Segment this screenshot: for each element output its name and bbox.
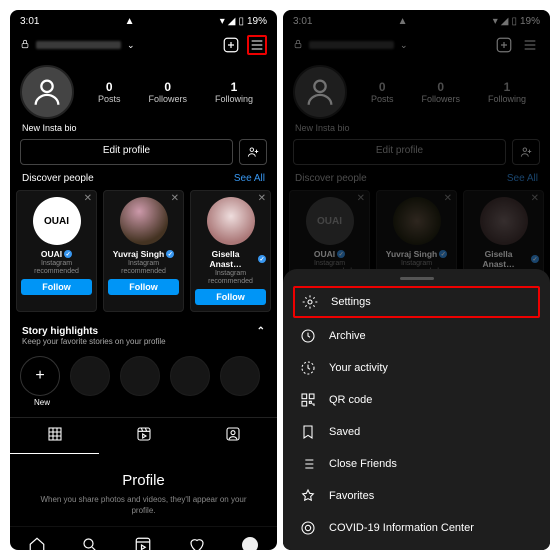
menu-covid[interactable]: COVID-19 Information Center bbox=[283, 512, 550, 544]
info-icon bbox=[299, 520, 317, 536]
stat-followers[interactable]: 0Followers bbox=[148, 80, 187, 104]
card-avatar bbox=[207, 197, 255, 245]
username-blur[interactable] bbox=[309, 41, 394, 49]
highlight-placeholder bbox=[220, 356, 260, 396]
menu-archive[interactable]: Archive bbox=[283, 320, 550, 352]
menu-sheet: Settings Archive Your activity QR code S… bbox=[283, 269, 550, 550]
phone-right: 3:01▲ ▾◢▯19% ⌄ 0Posts 0Followers 1Follow… bbox=[283, 10, 550, 550]
activity-icon bbox=[299, 360, 317, 376]
saved-icon bbox=[299, 424, 317, 440]
menu-activity[interactable]: Your activity bbox=[283, 352, 550, 384]
nav-profile[interactable] bbox=[240, 535, 260, 550]
nav-activity[interactable] bbox=[187, 535, 207, 550]
profile-header: ⌄ bbox=[283, 29, 550, 61]
suggestion-cards: ✕ OUAI OUAI✓ Instagram recommended Follo… bbox=[10, 190, 277, 320]
lock-icon bbox=[20, 39, 30, 52]
edit-profile-button[interactable]: Edit profile bbox=[293, 139, 506, 165]
menu-favorites[interactable]: Favorites bbox=[283, 480, 550, 512]
follow-button[interactable]: Follow bbox=[21, 279, 92, 295]
phone-left: 3:01 ▲ ▾ ◢ ▯ 19% ⌄ 0Posts 0Followers 1Fo… bbox=[10, 10, 277, 550]
battery-icon: ▯ bbox=[238, 16, 244, 27]
avatar[interactable] bbox=[20, 65, 74, 119]
card-avatar: OUAI bbox=[33, 197, 81, 245]
follow-button[interactable]: Follow bbox=[195, 289, 266, 305]
bottom-nav bbox=[10, 526, 277, 550]
tab-tagged[interactable] bbox=[188, 418, 277, 454]
highlight-placeholder bbox=[70, 356, 110, 396]
username-blur[interactable] bbox=[36, 41, 121, 49]
highlights-row: +New bbox=[10, 350, 277, 417]
nav-home[interactable] bbox=[27, 535, 47, 550]
tab-reels[interactable] bbox=[99, 418, 188, 454]
see-all-link[interactable]: See All bbox=[234, 173, 265, 184]
menu-button[interactable] bbox=[520, 35, 540, 55]
list-icon bbox=[299, 456, 317, 472]
close-icon[interactable]: ✕ bbox=[171, 193, 179, 204]
profile-row: 0Posts 0Followers 1Following bbox=[10, 61, 277, 121]
menu-saved[interactable]: Saved bbox=[283, 416, 550, 448]
edit-profile-button[interactable]: Edit profile bbox=[20, 139, 233, 165]
bio-text: New Insta bio bbox=[10, 121, 277, 139]
suggestion-card[interactable]: ✕ OUAI OUAI✓ Instagram recommended Follo… bbox=[16, 190, 97, 312]
nav-reels[interactable] bbox=[133, 535, 153, 550]
profile-stats: 0Posts 0Followers 1Following bbox=[84, 80, 267, 104]
highlight-placeholder bbox=[120, 356, 160, 396]
story-highlights-header[interactable]: Story highlights⌃ Keep your favorite sto… bbox=[10, 320, 277, 350]
archive-icon bbox=[299, 328, 317, 344]
sheet-handle[interactable] bbox=[400, 277, 434, 280]
verified-icon: ✓ bbox=[64, 250, 72, 258]
nav-search[interactable] bbox=[80, 535, 100, 550]
menu-button[interactable] bbox=[247, 35, 267, 55]
profile-tabs bbox=[10, 417, 277, 454]
signal-icon: ◢ bbox=[228, 16, 236, 27]
verified-icon: ✓ bbox=[258, 255, 266, 263]
discover-people-button[interactable] bbox=[239, 139, 267, 165]
star-icon bbox=[299, 488, 317, 504]
close-icon[interactable]: ✕ bbox=[258, 193, 266, 204]
chevron-up-icon[interactable]: ⌃ bbox=[257, 326, 265, 337]
qr-icon bbox=[299, 392, 317, 408]
suggestion-card[interactable]: ✕ Gisella Anast…✓ Instagram recommended … bbox=[190, 190, 271, 312]
new-post-button[interactable] bbox=[221, 35, 241, 55]
new-post-button[interactable] bbox=[494, 35, 514, 55]
discover-people-button[interactable] bbox=[512, 139, 540, 165]
empty-heading: Profile bbox=[30, 472, 257, 489]
discover-header: Discover people See All bbox=[10, 173, 277, 190]
close-icon[interactable]: ✕ bbox=[84, 193, 92, 204]
suggestion-card[interactable]: ✕ Yuvraj Singh✓ Instagram recommended Fo… bbox=[103, 190, 184, 312]
profile-header: ⌄ bbox=[10, 29, 277, 61]
lock-icon bbox=[293, 39, 303, 52]
menu-settings[interactable]: Settings bbox=[293, 286, 540, 318]
status-bar: 3:01 ▲ ▾ ◢ ▯ 19% bbox=[10, 10, 277, 29]
status-time: 3:01 bbox=[20, 16, 39, 27]
card-avatar bbox=[120, 197, 168, 245]
avatar[interactable] bbox=[293, 65, 347, 119]
stat-following[interactable]: 1Following bbox=[215, 80, 253, 104]
empty-state: Profile When you share photos and videos… bbox=[10, 454, 277, 526]
verified-icon: ✓ bbox=[166, 250, 174, 258]
add-highlight-button[interactable]: + bbox=[20, 356, 60, 396]
gear-icon bbox=[301, 294, 319, 310]
tab-grid[interactable] bbox=[10, 418, 99, 454]
follow-button[interactable]: Follow bbox=[108, 279, 179, 295]
menu-close-friends[interactable]: Close Friends bbox=[283, 448, 550, 480]
menu-qr[interactable]: QR code bbox=[283, 384, 550, 416]
chevron-down-icon[interactable]: ⌄ bbox=[127, 40, 135, 51]
status-bar: 3:01▲ ▾◢▯19% bbox=[283, 10, 550, 29]
empty-text: When you share photos and videos, they'l… bbox=[30, 495, 257, 516]
battery-pct: 19% bbox=[247, 16, 267, 27]
highlight-placeholder bbox=[170, 356, 210, 396]
stat-posts[interactable]: 0Posts bbox=[98, 80, 121, 104]
wifi-icon: ▾ bbox=[220, 16, 225, 27]
